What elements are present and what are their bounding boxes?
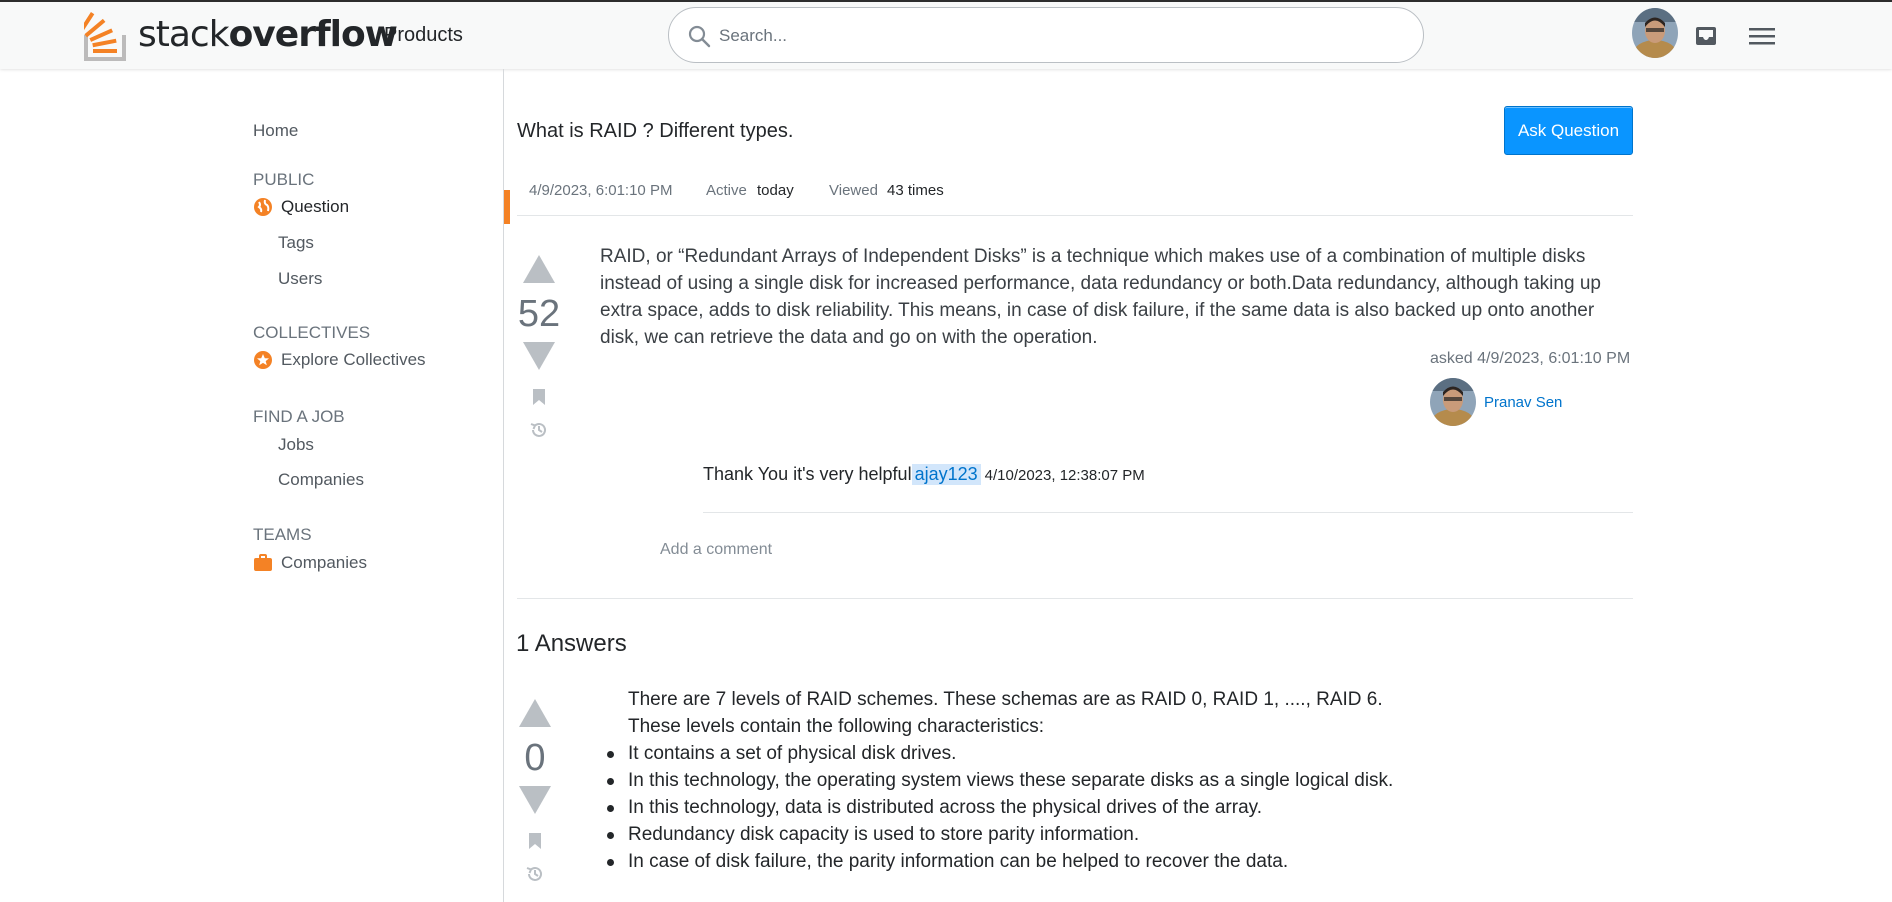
stackoverflow-logo-icon — [84, 12, 126, 61]
add-comment-link[interactable]: Add a comment — [660, 541, 772, 559]
left-sidebar: Home PUBLIC Question Tags Users COLLECTI… — [0, 69, 504, 902]
answer-intro: There are 7 levels of RAID schemes. Thes… — [628, 689, 1383, 710]
bookmark-icon[interactable] — [532, 388, 546, 406]
question-divider — [517, 598, 1633, 599]
nav-heading-collectives: COLLECTIVES — [253, 323, 371, 342]
question-posted-date: 4/9/2023, 6:01:10 PM — [529, 182, 673, 199]
author-avatar[interactable] — [1430, 378, 1476, 426]
nav-explore-collectives-label: Explore Collectives — [281, 350, 426, 369]
nav-companies-team[interactable]: Companies — [253, 553, 367, 573]
comment-date: 4/10/2023, 12:38:07 PM — [984, 467, 1145, 484]
list-item: It contains a set of physical disk drive… — [607, 740, 1628, 767]
nav-companies-team-label: Companies — [281, 553, 367, 572]
upvote-icon[interactable] — [523, 255, 555, 283]
answer-list: It contains a set of physical disk drive… — [607, 740, 1628, 875]
answer-body: There are 7 levels of RAID schemes. Thes… — [607, 686, 1628, 875]
briefcase-icon — [254, 554, 272, 571]
downvote-icon[interactable] — [519, 786, 551, 814]
answers-count: 1 Answers — [516, 630, 627, 657]
meta-divider — [517, 215, 1633, 216]
comment-user[interactable]: ajay123 — [911, 464, 981, 485]
history-icon[interactable] — [525, 864, 545, 884]
nav-heading-teams: TEAMS — [253, 525, 312, 544]
list-item: Redundancy disk capacity is used to stor… — [607, 821, 1628, 848]
stackoverflow-logo[interactable]: stackoverflow — [84, 6, 398, 62]
question-vote-count: 52 — [517, 293, 561, 335]
nav-question[interactable]: Question — [253, 197, 349, 217]
bookmark-icon[interactable] — [528, 832, 542, 850]
nav-home[interactable]: Home — [253, 121, 298, 141]
question-title: What is RAID ? Different types. — [517, 120, 794, 142]
viewed-label: Viewed — [829, 182, 878, 199]
answer-intro: These levels contain the following chara… — [628, 716, 1045, 737]
accent-bar — [504, 190, 510, 224]
question-vote-column: 52 — [514, 255, 564, 440]
user-avatar[interactable] — [1632, 8, 1678, 58]
ask-question-button[interactable]: Ask Question — [1504, 106, 1633, 155]
comment-text: Thank You it's very helpful — [703, 464, 912, 484]
inbox-icon[interactable] — [1694, 24, 1718, 48]
downvote-icon[interactable] — [523, 342, 555, 370]
upvote-icon[interactable] — [519, 699, 551, 727]
star-badge-icon — [254, 351, 272, 369]
nav-companies-job[interactable]: Companies — [278, 470, 364, 490]
active-label: Active — [706, 182, 747, 199]
author-card: Pranav Sen — [1430, 378, 1562, 426]
products-link[interactable]: Products — [384, 24, 463, 47]
nav-question-label: Question — [281, 197, 350, 216]
nav-explore-collectives[interactable]: Explore Collectives — [253, 350, 426, 370]
search-icon — [688, 25, 711, 48]
list-item: In this technology, data is distributed … — [607, 794, 1628, 821]
active-value: today — [757, 182, 794, 199]
search-input[interactable] — [717, 22, 1401, 50]
answer-vote-column: 0 — [510, 699, 560, 884]
nav-heading-find-job: FIND A JOB — [253, 407, 345, 426]
nav-heading-public: PUBLIC — [253, 170, 315, 189]
nav-jobs[interactable]: Jobs — [278, 435, 314, 455]
viewed-value: 43 times — [887, 182, 944, 199]
nav-tags[interactable]: Tags — [278, 233, 314, 253]
list-item: In this technology, the operating system… — [607, 767, 1628, 794]
globe-icon — [254, 198, 272, 216]
author-name[interactable]: Pranav Sen — [1484, 394, 1562, 411]
history-icon[interactable] — [529, 420, 549, 440]
top-bar: stackoverflow Products — [0, 0, 1892, 69]
logo-text: stackoverflow — [138, 13, 398, 55]
nav-users[interactable]: Users — [278, 269, 322, 289]
answer-vote-count: 0 — [524, 737, 546, 779]
search-box[interactable] — [668, 7, 1424, 63]
list-item: In case of disk failure, the parity info… — [607, 848, 1628, 875]
comment-divider — [703, 512, 1633, 513]
asked-timestamp: asked 4/9/2023, 6:01:10 PM — [1430, 350, 1631, 367]
hamburger-menu-icon[interactable] — [1749, 26, 1775, 46]
question-body: RAID, or “Redundant Arrays of Independen… — [600, 246, 1601, 348]
comment: Thank You it's very helpful ajay123 4/10… — [703, 464, 1145, 485]
